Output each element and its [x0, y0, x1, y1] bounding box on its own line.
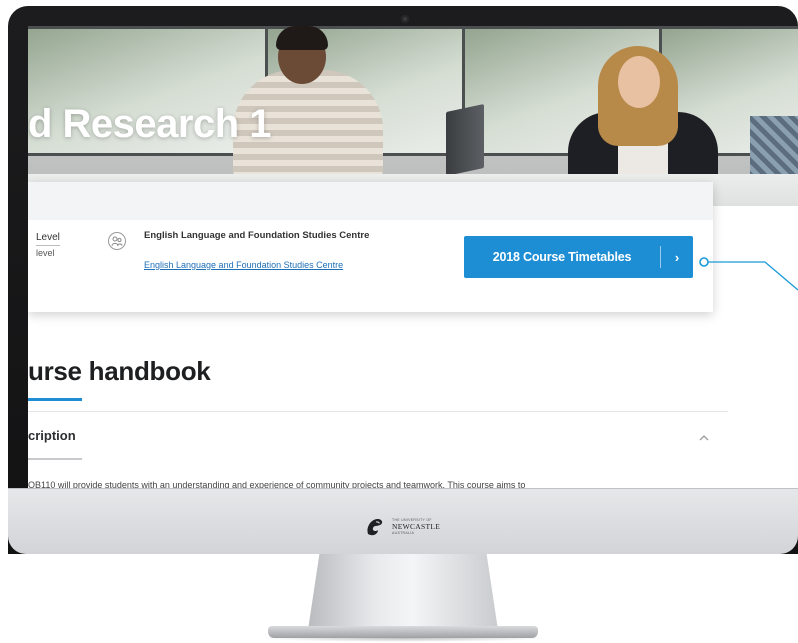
people-icon [108, 232, 126, 250]
course-timetables-label: 2018 Course Timetables [492, 250, 632, 264]
brand-name: NEWCASTLE [392, 522, 441, 532]
hero-banner: d Research 1 [28, 26, 798, 206]
monitor-stand-base [268, 626, 538, 638]
hero-person-woman-face [618, 56, 660, 108]
webcam-icon [401, 15, 409, 23]
section-divider [28, 411, 728, 412]
chevron-up-icon[interactable] [696, 430, 712, 446]
brand-small-bottom: AUSTRALIA [392, 530, 415, 535]
description-heading[interactable]: cription [28, 428, 76, 443]
course-timetables-button[interactable]: 2018 Course Timetables › [464, 236, 693, 278]
school-name: English Language and Foundation Studies … [144, 230, 370, 241]
course-title: d Research 1 [28, 102, 272, 146]
description-underline [28, 458, 82, 460]
school-link[interactable]: English Language and Foundation Studies … [144, 260, 343, 270]
brand-text: THE UNIVERSITY OF NEWCASTLE AUSTRALIA [392, 518, 441, 536]
course-info-card: Level level English Language and Foundat… [28, 182, 713, 312]
level-value: level [36, 248, 55, 258]
level-heading: Level [36, 232, 60, 246]
hero-person-man-hair [276, 26, 328, 50]
university-logo: THE UNIVERSITY OF NEWCASTLE AUSTRALIA [364, 514, 456, 540]
chevron-right-icon: › [674, 249, 680, 265]
handbook-title: urse handbook [28, 356, 211, 386]
hero-laptop [446, 103, 484, 177]
monitor-stand-neck [308, 554, 498, 630]
description-text: OB110 will provide students with an unde… [28, 480, 526, 488]
seahorse-logo-icon [367, 518, 383, 536]
handbook-underline [28, 398, 82, 401]
info-card-band [28, 182, 713, 220]
screen: d Research 1 Level level English Languag… [28, 26, 798, 488]
